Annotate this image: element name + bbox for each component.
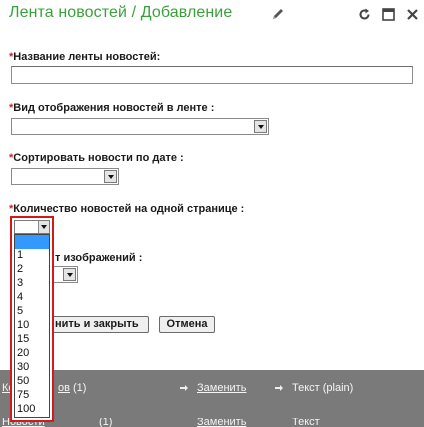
refresh-icon[interactable] [358,8,371,21]
dropdown-option[interactable]: 1 [15,249,49,263]
dropdown-option[interactable]: 20 [15,347,49,361]
swap-icon [180,385,188,391]
footer-link-left-tail[interactable]: ов [58,382,70,394]
content-type-text: Текст (plain) [292,382,354,394]
replace-link[interactable]: Заменить [197,418,246,427]
footer-panel: Ко ов (1) Заменить Текст (plain) Новости… [0,370,424,427]
dropdown-option[interactable]: 4 [15,291,49,305]
display-mode-label: *Вид отображения новостей в ленте : [9,102,215,114]
chevron-down-icon[interactable] [38,221,49,233]
display-mode-select[interactable] [11,118,269,135]
news-per-page-label: *Количество новостей на одной странице : [9,203,245,215]
window-title: Лента новостей / Добавление [9,4,233,21]
dropdown-option[interactable]: 5 [15,305,49,319]
chevron-down-icon[interactable] [63,268,76,281]
cancel-button[interactable]: Отмена [159,316,215,333]
content-type-text: Текст [292,418,320,427]
sort-by-date-select[interactable] [11,168,119,185]
dropdown-option[interactable]: 30 [15,361,49,375]
dropdown-option[interactable]: 3 [15,277,49,291]
images-label: т изображений : [55,252,143,264]
sort-by-date-label: *Сортировать новости по дате : [9,152,184,164]
dropdown-option[interactable]: 100 [15,403,49,417]
footer-count: (1) [73,382,87,394]
news-feed-name-label: *Название ленты новостей: [9,51,161,63]
dropdown-option[interactable]: 15 [15,333,49,347]
swap-icon [275,385,283,391]
footer-row: Новости (1) Заменить Текст [0,418,424,427]
replace-link[interactable]: Заменить [197,382,246,394]
close-icon[interactable] [406,8,419,21]
save-and-close-button[interactable]: нить и закрыть [48,316,149,333]
dropdown-option[interactable]: 75 [15,389,49,403]
news-feed-name-input[interactable] [11,66,413,84]
chevron-down-icon[interactable] [254,120,267,133]
news-per-page-select[interactable] [14,220,50,234]
footer-count: (1) [99,418,113,427]
maximize-icon[interactable] [382,8,395,21]
dropdown-option[interactable]: 50 [15,375,49,389]
pencil-icon[interactable] [271,7,285,21]
chevron-down-icon[interactable] [104,170,117,183]
dropdown-option[interactable]: 2 [15,263,49,277]
footer-row: Ко ов (1) Заменить Текст (plain) [0,382,424,402]
dropdown-option[interactable] [15,235,49,249]
news-per-page-dropdown[interactable]: 1 2 3 4 5 10 15 20 30 50 75 100 [10,216,54,422]
dropdown-options-list[interactable]: 1 2 3 4 5 10 15 20 30 50 75 100 [14,234,50,418]
dropdown-option[interactable]: 10 [15,319,49,333]
